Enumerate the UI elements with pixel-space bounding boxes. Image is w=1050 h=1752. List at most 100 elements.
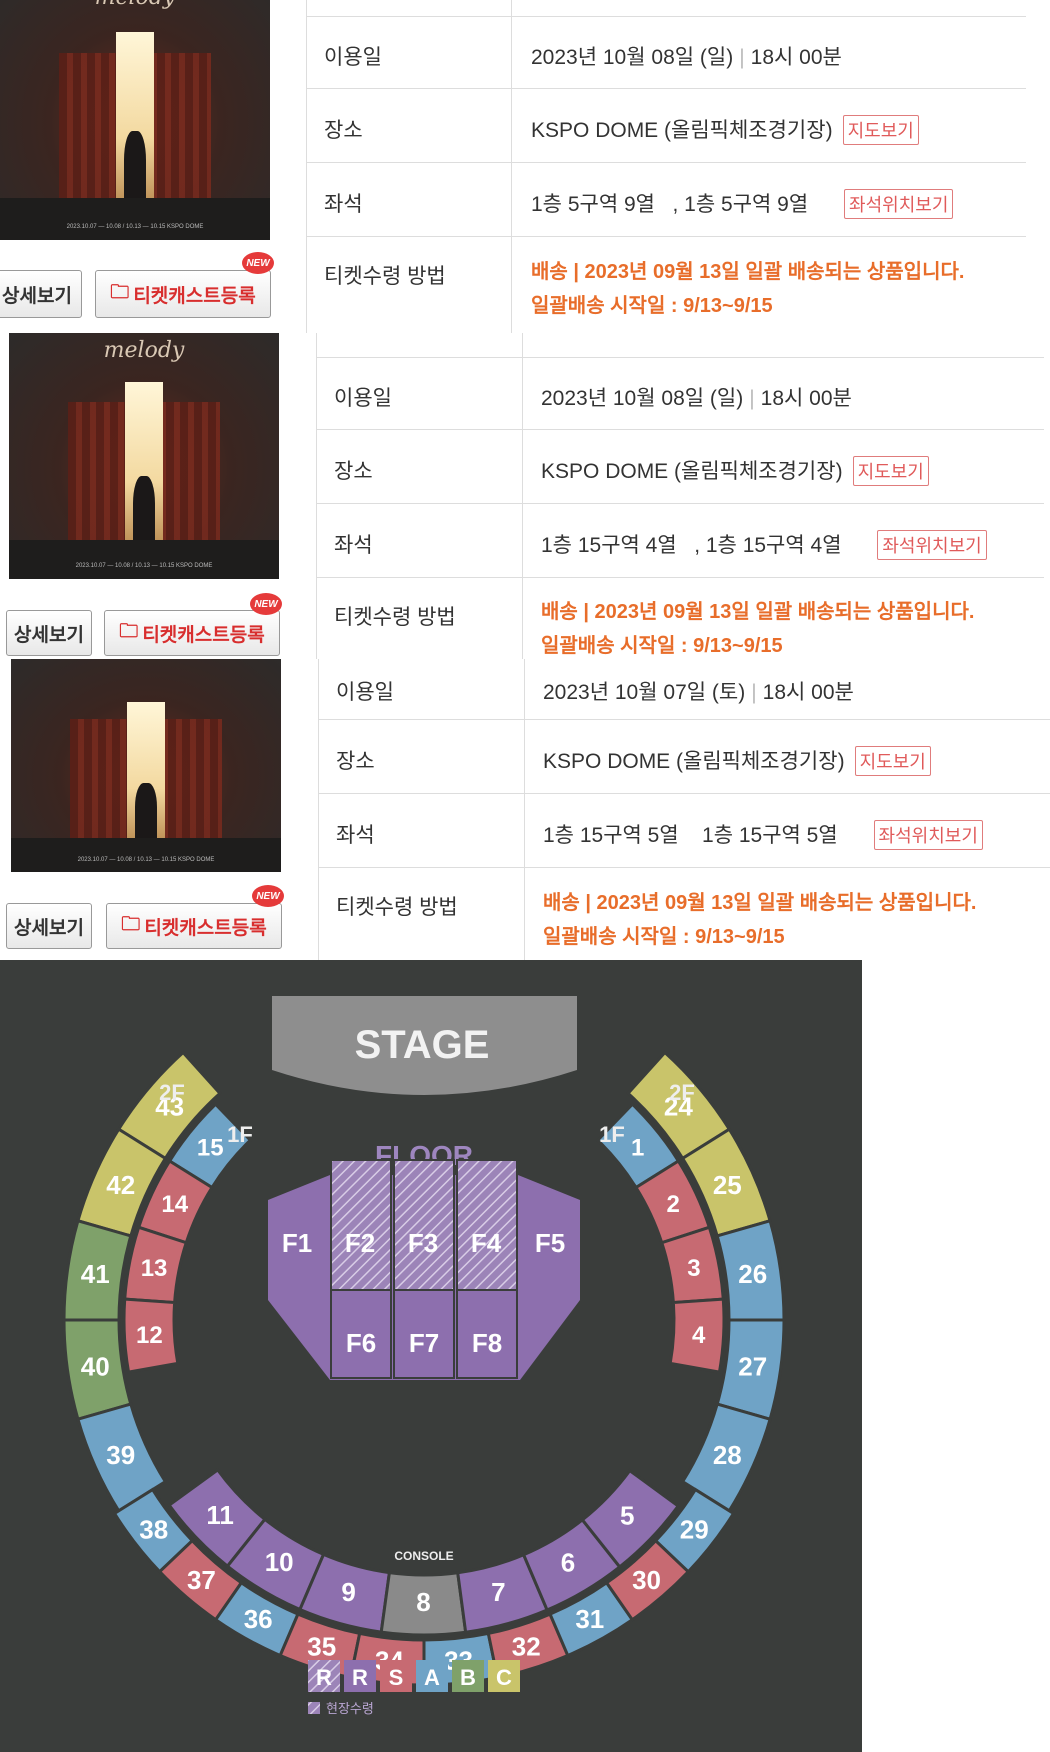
seat-label: 좌석 bbox=[334, 534, 373, 557]
detail-button[interactable]: 상세보기 bbox=[0, 270, 82, 318]
map-link[interactable]: 지도보기 bbox=[854, 746, 931, 776]
level-marker: 2F bbox=[159, 1080, 185, 1105]
concert-poster[interactable]: 2023.10.07 — 10.08 / 10.13 — 10.15 KSPO … bbox=[11, 659, 281, 872]
seat-label: 좌석 bbox=[324, 193, 363, 216]
folder-plus-icon: 🗀 bbox=[121, 914, 141, 935]
table-row: 좌석 1층 15구역 5열 1층 15구역 5열 좌석위치보기 bbox=[318, 793, 1050, 868]
ticketcast-label: 티켓캐스트등록 bbox=[142, 624, 265, 646]
legend-label: B bbox=[460, 1665, 476, 1690]
poster-footer: 2023.10.07 — 10.08 / 10.13 — 10.15 KSPO … bbox=[77, 857, 215, 864]
section-label: 27 bbox=[738, 1351, 767, 1381]
section-label: 9 bbox=[341, 1577, 355, 1607]
seat-value: 1층 15구역 5열 1층 15구역 5열 좌석위치보기 bbox=[543, 819, 983, 850]
section-label: 35 bbox=[307, 1631, 336, 1661]
legend-note-swatch[interactable] bbox=[308, 1702, 320, 1714]
table-row: 장소 KSPO DOME (올림픽체조경기장) 지도보기 bbox=[316, 429, 1044, 504]
date-value: 2023년 10월 08일 (일) | 18시 00분 bbox=[531, 46, 842, 69]
poster-footer: 2023.10.07 — 10.08 / 10.13 — 10.15 KSPO … bbox=[75, 563, 213, 570]
seat-label: 좌석 bbox=[336, 824, 375, 847]
section-label: 40 bbox=[81, 1351, 110, 1381]
table-row: 좌석 1층 15구역 4열 , 1층 15구역 4열 좌석위치보기 bbox=[316, 503, 1044, 578]
section-label: 28 bbox=[713, 1440, 742, 1470]
section-label: 10 bbox=[265, 1547, 294, 1577]
order-block-2: melody 2023.10.07 — 10.08 / 10.13 — 10.1… bbox=[0, 333, 1050, 659]
table-row: 이용일 2023년 10월 08일 (일) | 18시 00분 bbox=[306, 16, 1026, 89]
date-value: 2023년 10월 07일 (토) | 18시 00분 bbox=[543, 681, 854, 704]
section-label: F5 bbox=[535, 1228, 565, 1258]
seat-location-link[interactable]: 좌석위치보기 bbox=[873, 820, 983, 850]
venue-value: KSPO DOME (올림픽체조경기장) 지도보기 bbox=[543, 745, 931, 776]
table-row: 장소 KSPO DOME (올림픽체조경기장) 지도보기 bbox=[306, 88, 1026, 163]
venue-value: KSPO DOME (올림픽체조경기장) 지도보기 bbox=[541, 455, 929, 486]
section-label: F3 bbox=[408, 1228, 438, 1258]
stage-label: STAGE bbox=[355, 1023, 490, 1067]
level-marker: 2F bbox=[669, 1080, 695, 1105]
seat-location-link[interactable]: 좌석위치보기 bbox=[877, 530, 987, 560]
order-block-1: melody 2023.10.07 — 10.08 / 10.13 — 10.1… bbox=[0, 0, 1050, 333]
ticketcast-register-button[interactable]: 🗀 티켓캐스트등록 bbox=[104, 610, 280, 656]
table-row: 장소 KSPO DOME (올림픽체조경기장) 지도보기 bbox=[318, 719, 1050, 794]
seat-location-link[interactable]: 좌석위치보기 bbox=[844, 189, 954, 219]
legend-label: C bbox=[496, 1665, 512, 1690]
date-label: 이용일 bbox=[336, 681, 394, 704]
poster-title: melody bbox=[0, 0, 270, 10]
section-label: 37 bbox=[187, 1565, 216, 1595]
section-label: F2 bbox=[345, 1228, 375, 1258]
section-label: 32 bbox=[512, 1631, 541, 1661]
section-label: 7 bbox=[491, 1577, 505, 1607]
section-F4[interactable] bbox=[456, 1159, 518, 1291]
section-label: 31 bbox=[575, 1604, 604, 1634]
section-label: 13 bbox=[141, 1255, 168, 1282]
legend-label: S bbox=[389, 1665, 404, 1690]
section-label: 29 bbox=[680, 1515, 709, 1545]
section-label: 30 bbox=[632, 1565, 661, 1595]
ticketcast-label: 티켓캐스트등록 bbox=[133, 285, 256, 307]
delivery-label: 티켓수령 방법 bbox=[336, 896, 458, 919]
map-link[interactable]: 지도보기 bbox=[842, 115, 919, 145]
section-label: 5 bbox=[620, 1501, 634, 1531]
ticketcast-register-button[interactable]: 🗀 티켓캐스트등록 bbox=[106, 903, 282, 949]
concert-poster[interactable]: melody 2023.10.07 — 10.08 / 10.13 — 10.1… bbox=[0, 0, 270, 240]
section-F2[interactable] bbox=[330, 1159, 392, 1291]
concert-poster[interactable]: melody 2023.10.07 — 10.08 / 10.13 — 10.1… bbox=[9, 333, 279, 579]
new-badge: NEW bbox=[250, 593, 282, 615]
section-label: 41 bbox=[81, 1259, 110, 1289]
section-label: 12 bbox=[136, 1322, 163, 1349]
delivery-label: 티켓수령 방법 bbox=[334, 606, 456, 629]
table-row: 좌석 1층 5구역 9열 , 1층 5구역 9열 좌석위치보기 bbox=[306, 162, 1026, 237]
section-label: 11 bbox=[206, 1500, 234, 1530]
detail-button[interactable]: 상세보기 bbox=[6, 610, 92, 656]
section-F3[interactable] bbox=[393, 1159, 455, 1291]
console-label: CONSOLE bbox=[394, 1549, 453, 1563]
section-label: F7 bbox=[409, 1328, 439, 1358]
venue-label: 장소 bbox=[324, 119, 363, 142]
section-label: 25 bbox=[713, 1170, 742, 1200]
section-label: 6 bbox=[561, 1548, 575, 1578]
section-label: 3 bbox=[687, 1255, 700, 1282]
section-label: 39 bbox=[106, 1440, 135, 1470]
ticketcast-register-button[interactable]: 🗀 티켓캐스트등록 bbox=[95, 270, 271, 318]
delivery-info: 배송 | 2023년 09월 13일 일괄 배송되는 상품입니다. 일괄배송 시작… bbox=[541, 601, 975, 657]
folder-plus-icon: 🗀 bbox=[119, 621, 139, 642]
section-label: 36 bbox=[244, 1604, 273, 1634]
table-row: 이용일 2023년 10월 08일 (일) | 18시 00분 bbox=[316, 357, 1044, 430]
level-marker: 1F bbox=[227, 1122, 253, 1147]
section-label: F6 bbox=[346, 1328, 376, 1358]
table-row bbox=[316, 333, 1044, 358]
seat-map: STAGE FLOOR 43 42 41 40 39 24 25 26 27 28 15 14 13 12… bbox=[0, 960, 862, 1752]
seat-value: 1층 15구역 4열 , 1층 15구역 4열 좌석위치보기 bbox=[541, 529, 987, 560]
legend-label: R bbox=[352, 1665, 368, 1690]
map-link[interactable]: 지도보기 bbox=[852, 456, 929, 486]
delivery-label: 티켓수령 방법 bbox=[324, 265, 446, 288]
legend-note: 현장수령 bbox=[326, 1702, 374, 1717]
section-label: 14 bbox=[161, 1191, 188, 1218]
table-row bbox=[306, 0, 1026, 17]
section-label: 38 bbox=[139, 1515, 168, 1545]
section-label: 1 bbox=[631, 1134, 644, 1161]
section-label: 2 bbox=[667, 1191, 680, 1218]
date-label: 이용일 bbox=[334, 387, 392, 410]
level-marker: 1F bbox=[599, 1122, 625, 1147]
date-label: 이용일 bbox=[324, 46, 382, 69]
detail-button[interactable]: 상세보기 bbox=[6, 903, 92, 949]
date-value: 2023년 10월 08일 (일) | 18시 00분 bbox=[541, 387, 852, 410]
